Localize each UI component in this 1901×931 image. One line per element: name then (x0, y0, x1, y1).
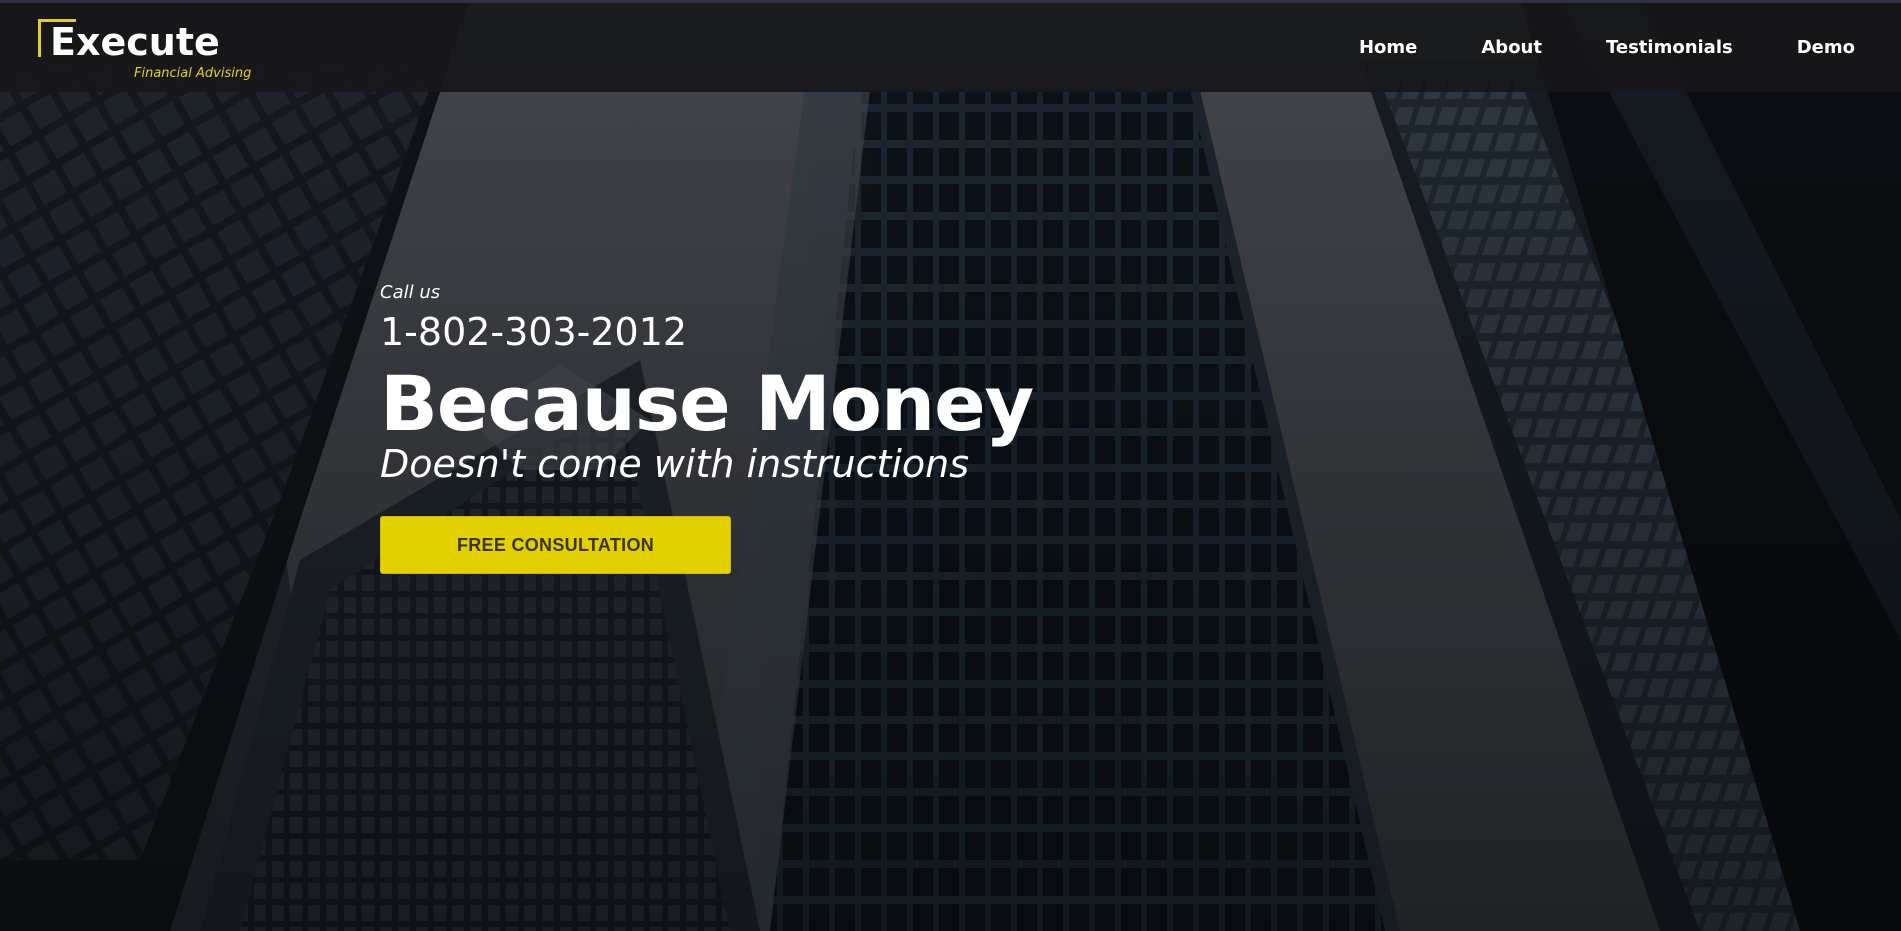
call-us-label: Call us (380, 282, 441, 303)
hero-section: Call us 1-802-303-2012 Because Money Doe… (380, 282, 1140, 574)
hero-subheadline: Doesn't come with instructions (380, 442, 970, 486)
brand-name: Execute (50, 20, 220, 64)
nav-demo-link[interactable]: Demo (1797, 37, 1855, 58)
nav-about-link[interactable]: About (1481, 37, 1542, 58)
top-navigation-bar: Execute Financial Advising Home About Te… (0, 0, 1901, 92)
phone-number[interactable]: 1-802-303-2012 (380, 310, 1140, 354)
main-nav: Home About Testimonials Demo (1359, 3, 1855, 95)
brand-tagline: Financial Advising (134, 66, 252, 81)
hero-headline: Because Money (380, 359, 1034, 448)
nav-home-link[interactable]: Home (1359, 37, 1417, 58)
brand-logo[interactable]: Execute Financial Advising (38, 19, 260, 85)
free-consultation-button[interactable]: FREE CONSULTATION (380, 516, 731, 574)
nav-testimonials-link[interactable]: Testimonials (1606, 37, 1733, 58)
